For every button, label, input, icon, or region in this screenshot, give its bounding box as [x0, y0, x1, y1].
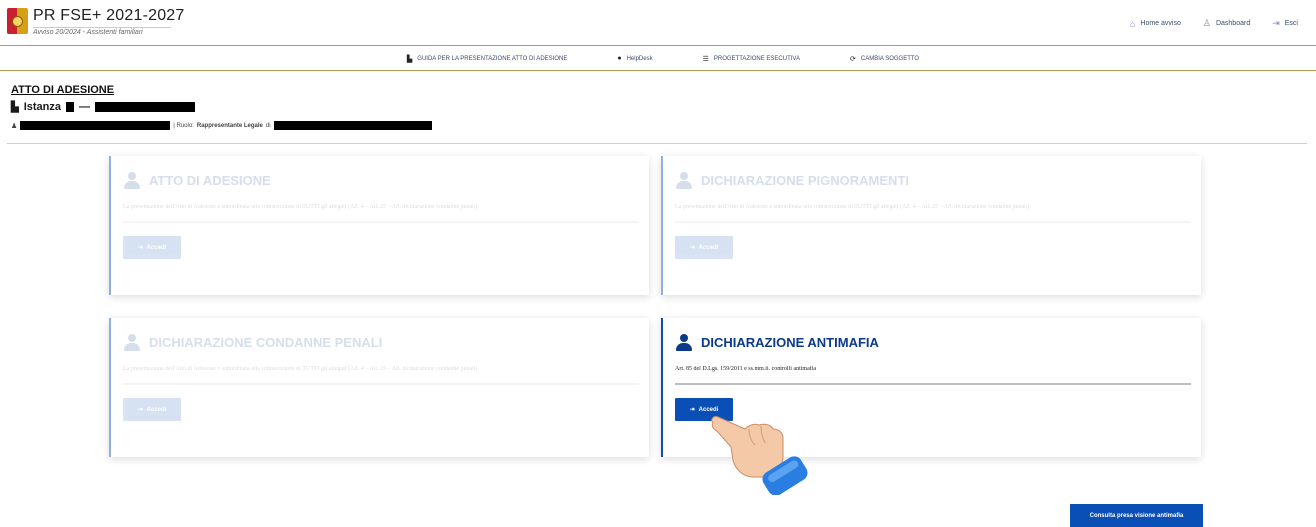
card-title: DICHIARAZIONE ANTIMAFIA [701, 335, 879, 350]
subnav-progettazione[interactable]: ☰ PROGETTAZIONE ESECUTIVA [703, 55, 800, 63]
subnav-label: GUIDA PER LA PRESENTAZIONE ATTO DI ADESI… [417, 55, 568, 62]
top-nav: ⌂ Home avviso ♙ Dashboard ⇥ Esci [1130, 18, 1298, 29]
login-icon: ⇥ [137, 407, 143, 413]
subnav-label: CAMBIA SOGGETTO [860, 55, 920, 62]
logout-icon: ⇥ [1272, 18, 1280, 28]
card-header: DICHIARAZIONE CONDANNE PENALI [123, 334, 382, 351]
card-title: DICHIARAZIONE CONDANNE PENALI [149, 335, 383, 350]
help-icon: ● [617, 55, 622, 62]
ruolo-label: | Ruolo: [173, 122, 194, 129]
pointing-hand-icon [711, 416, 808, 495]
user-line: ♟ | Ruolo: Rappresentante Legale di [11, 121, 432, 130]
secondary-nav: ▙ GUIDA PER LA PRESENTAZIONE ATTO DI ADES… [0, 47, 1316, 71]
istanza-line: ▙ Istanza — [11, 101, 195, 113]
card-title: DICHIARAZIONE PIGNORAMENTI [701, 173, 909, 188]
button-label: Accedi [698, 244, 719, 251]
card-dichiarazione-condanne-penali: DICHIARAZIONE CONDANNE PENALI La present… [109, 318, 649, 457]
redacted-block [66, 102, 74, 112]
nav-dashboard[interactable]: ♙ Dashboard [1203, 18, 1250, 29]
ruolo-value: Rappresentante Legale [196, 122, 263, 129]
consulta-presa-visione-button[interactable]: Consulta presa visione antimafia [1070, 504, 1203, 527]
app-subtitle: Avviso 20/2024 - Assistenti familiari [33, 27, 171, 36]
subnav-label: HelpDesk [626, 55, 653, 62]
redacted-block [95, 102, 195, 112]
person-icon [675, 172, 692, 189]
person-icon [123, 172, 140, 189]
login-icon: ⇥ [689, 245, 695, 251]
subnav-cambia-soggetto[interactable]: ⟳ CAMBIA SOGGETTO [850, 55, 919, 63]
file-icon: ▙ [406, 55, 413, 63]
card-description: La presentazione dell'Atto di Adesione è… [675, 204, 1191, 223]
card-header: ATTO DI ADESIONE [123, 172, 271, 189]
login-icon: ⇥ [137, 245, 143, 251]
ruolo-di: di [265, 122, 271, 129]
redacted-block [273, 121, 432, 130]
nav-label: Esci [1284, 20, 1298, 27]
divider [7, 143, 1307, 144]
document-icon: ▙ [11, 101, 19, 113]
card-dichiarazione-pignoramenti: DICHIARAZIONE PIGNORAMENTI La presentazi… [661, 156, 1201, 295]
app-title: PR FSE+ 2021-2027 [33, 7, 185, 24]
card-description: La presentazione dell'Atto di Adesione è… [123, 204, 639, 223]
istanza-separator: — [79, 101, 90, 113]
accedi-button[interactable]: ⇥ Accedi [123, 236, 181, 259]
person-icon [675, 334, 692, 351]
card-header: DICHIARAZIONE PIGNORAMENTI [675, 172, 909, 189]
person-icon [123, 334, 140, 351]
region-logo[interactable] [7, 8, 28, 34]
card-atto-di-adesione: ATTO DI ADESIONE La presentazione dell'A… [109, 156, 649, 295]
card-title: ATTO DI ADESIONE [149, 173, 271, 188]
subnav-guida[interactable]: ▙ GUIDA PER LA PRESENTAZIONE ATTO DI ADES… [407, 55, 567, 63]
page-title: ATTO DI ADESIONE [11, 84, 115, 96]
redacted-block [20, 121, 171, 130]
subnav-label: PROGETTAZIONE ESECUTIVA [713, 55, 800, 62]
nav-home-avviso[interactable]: ⌂ Home avviso [1130, 18, 1181, 29]
subnav-helpdesk[interactable]: ● HelpDesk [617, 55, 652, 62]
button-label: Accedi [146, 244, 167, 251]
home-icon: ⌂ [1129, 18, 1136, 29]
button-label: Accedi [146, 406, 167, 413]
top-header: PR FSE+ 2021-2027 Avviso 20/2024 - Assis… [0, 0, 1316, 46]
nav-label: Dashboard [1215, 20, 1251, 27]
user-icon: ♙ [1202, 18, 1211, 28]
nav-esci[interactable]: ⇥ Esci [1272, 18, 1298, 29]
user-icon: ♟ [11, 122, 18, 130]
istanza-label: Istanza [23, 101, 61, 113]
accedi-button[interactable]: ⇥ Accedi [123, 398, 181, 421]
card-header: DICHIARAZIONE ANTIMAFIA [675, 334, 879, 351]
card-description: Art. 85 del D.Lgs. 159/2011 e ss.mm.ii. … [675, 366, 1191, 385]
accedi-button[interactable]: ⇥ Accedi [675, 236, 733, 259]
card-description: La presentazione dell'Atto di Adesione è… [123, 366, 639, 385]
list-icon: ☰ [702, 55, 709, 63]
refresh-icon: ⟳ [849, 55, 856, 63]
nav-label: Home avviso [1140, 20, 1181, 27]
login-icon: ⇥ [689, 407, 695, 413]
